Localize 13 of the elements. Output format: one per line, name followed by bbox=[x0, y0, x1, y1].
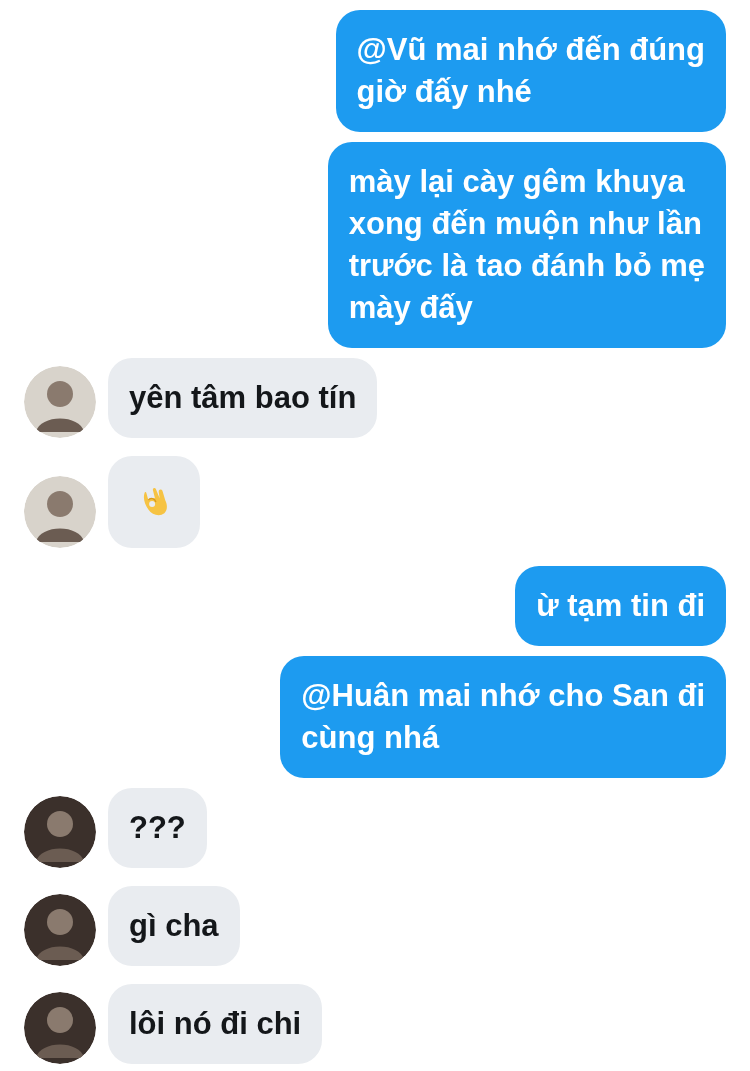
message-bubble: mày lại cày gêm khuya xong đến muộn như lần trước là tao đánh bỏ mẹ mày đấy bbox=[327, 142, 726, 348]
message-bubble: gì cha bbox=[108, 886, 240, 966]
message-bubble: yên tâm bao tín bbox=[108, 358, 378, 438]
message-bubble: lôi nó đi chi bbox=[108, 984, 323, 1064]
message-bubble: ??? bbox=[108, 788, 207, 868]
message-bubble: @Huân mai nhớ cho San đi cùng nhá bbox=[280, 656, 726, 778]
avatar[interactable] bbox=[24, 992, 96, 1064]
avatar[interactable] bbox=[24, 366, 96, 438]
avatar[interactable] bbox=[24, 894, 96, 966]
message-bubble: @Vũ mai nhớ đến đúng giờ đấy nhé bbox=[335, 10, 726, 132]
avatar[interactable] bbox=[24, 796, 96, 868]
message-bubble: ừ tạm tin đi bbox=[515, 566, 726, 646]
avatar[interactable] bbox=[24, 476, 96, 548]
